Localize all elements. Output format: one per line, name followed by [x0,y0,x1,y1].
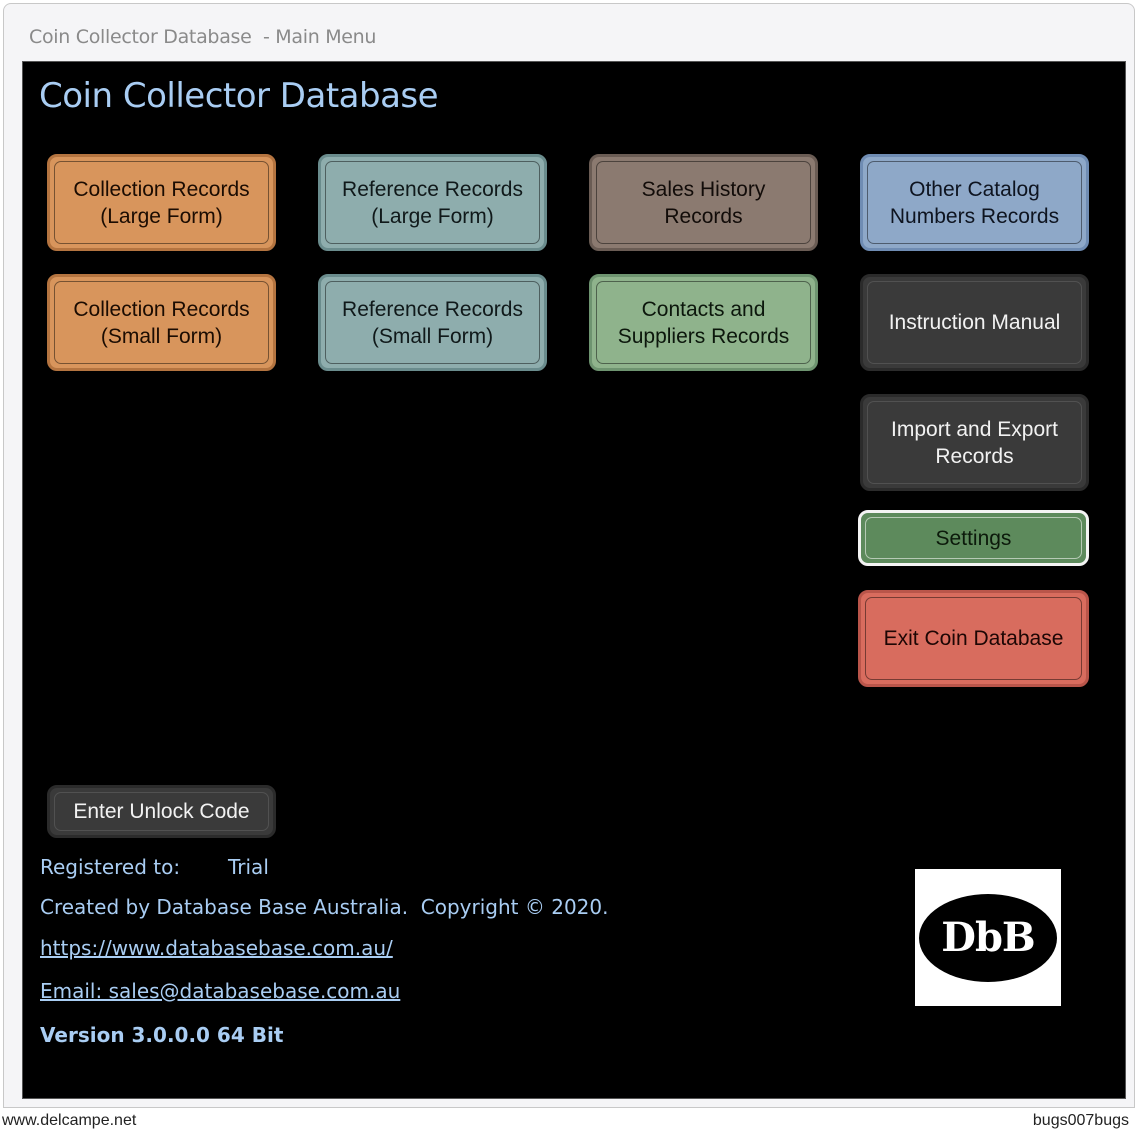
main-menu-form: Coin Collector Database Collection Recor… [22,61,1126,1099]
registered-to-label: Registered to: [40,855,181,879]
enter-unlock-code-button[interactable]: Enter Unlock Code [47,785,276,838]
logo-text: DbB [941,914,1035,961]
reference-records-small-button[interactable]: Reference Records (Small Form) [318,274,547,371]
company-logo: DbB [915,869,1061,1006]
dbb-logo-icon: DbB [919,893,1057,982]
email-link[interactable]: Email: sales@databasebase.com.au [40,979,400,1003]
version-text: Version 3.0.0.0 64 Bit [40,1023,284,1047]
app-window: Coin Collector Database - Main Menu Coin… [3,3,1135,1108]
app-title: Coin Collector Database [39,76,439,116]
copyright-text: Created by Database Base Australia. Copy… [40,895,609,919]
import-export-records-button[interactable]: Import and Export Records [860,394,1089,491]
reference-records-large-button[interactable]: Reference Records (Large Form) [318,154,547,251]
sales-history-records-button[interactable]: Sales History Records [589,154,818,251]
instruction-manual-button[interactable]: Instruction Manual [860,274,1089,371]
website-link[interactable]: https://www.databasebase.com.au/ [40,936,393,960]
contacts-suppliers-records-button[interactable]: Contacts and Suppliers Records [589,274,818,371]
exit-database-button[interactable]: Exit Coin Database [858,590,1089,687]
other-catalog-numbers-button[interactable]: Other Catalog Numbers Records [860,154,1089,251]
settings-button[interactable]: Settings [858,510,1089,566]
collection-records-large-button[interactable]: Collection Records (Large Form) [47,154,276,251]
watermark-left: www.delcampe.net [2,1112,137,1129]
window-title: Coin Collector Database - Main Menu [29,26,377,48]
collection-records-small-button[interactable]: Collection Records (Small Form) [47,274,276,371]
registered-to-value: Trial [228,855,269,879]
watermark-right: bugs007bugs [1032,1112,1129,1129]
